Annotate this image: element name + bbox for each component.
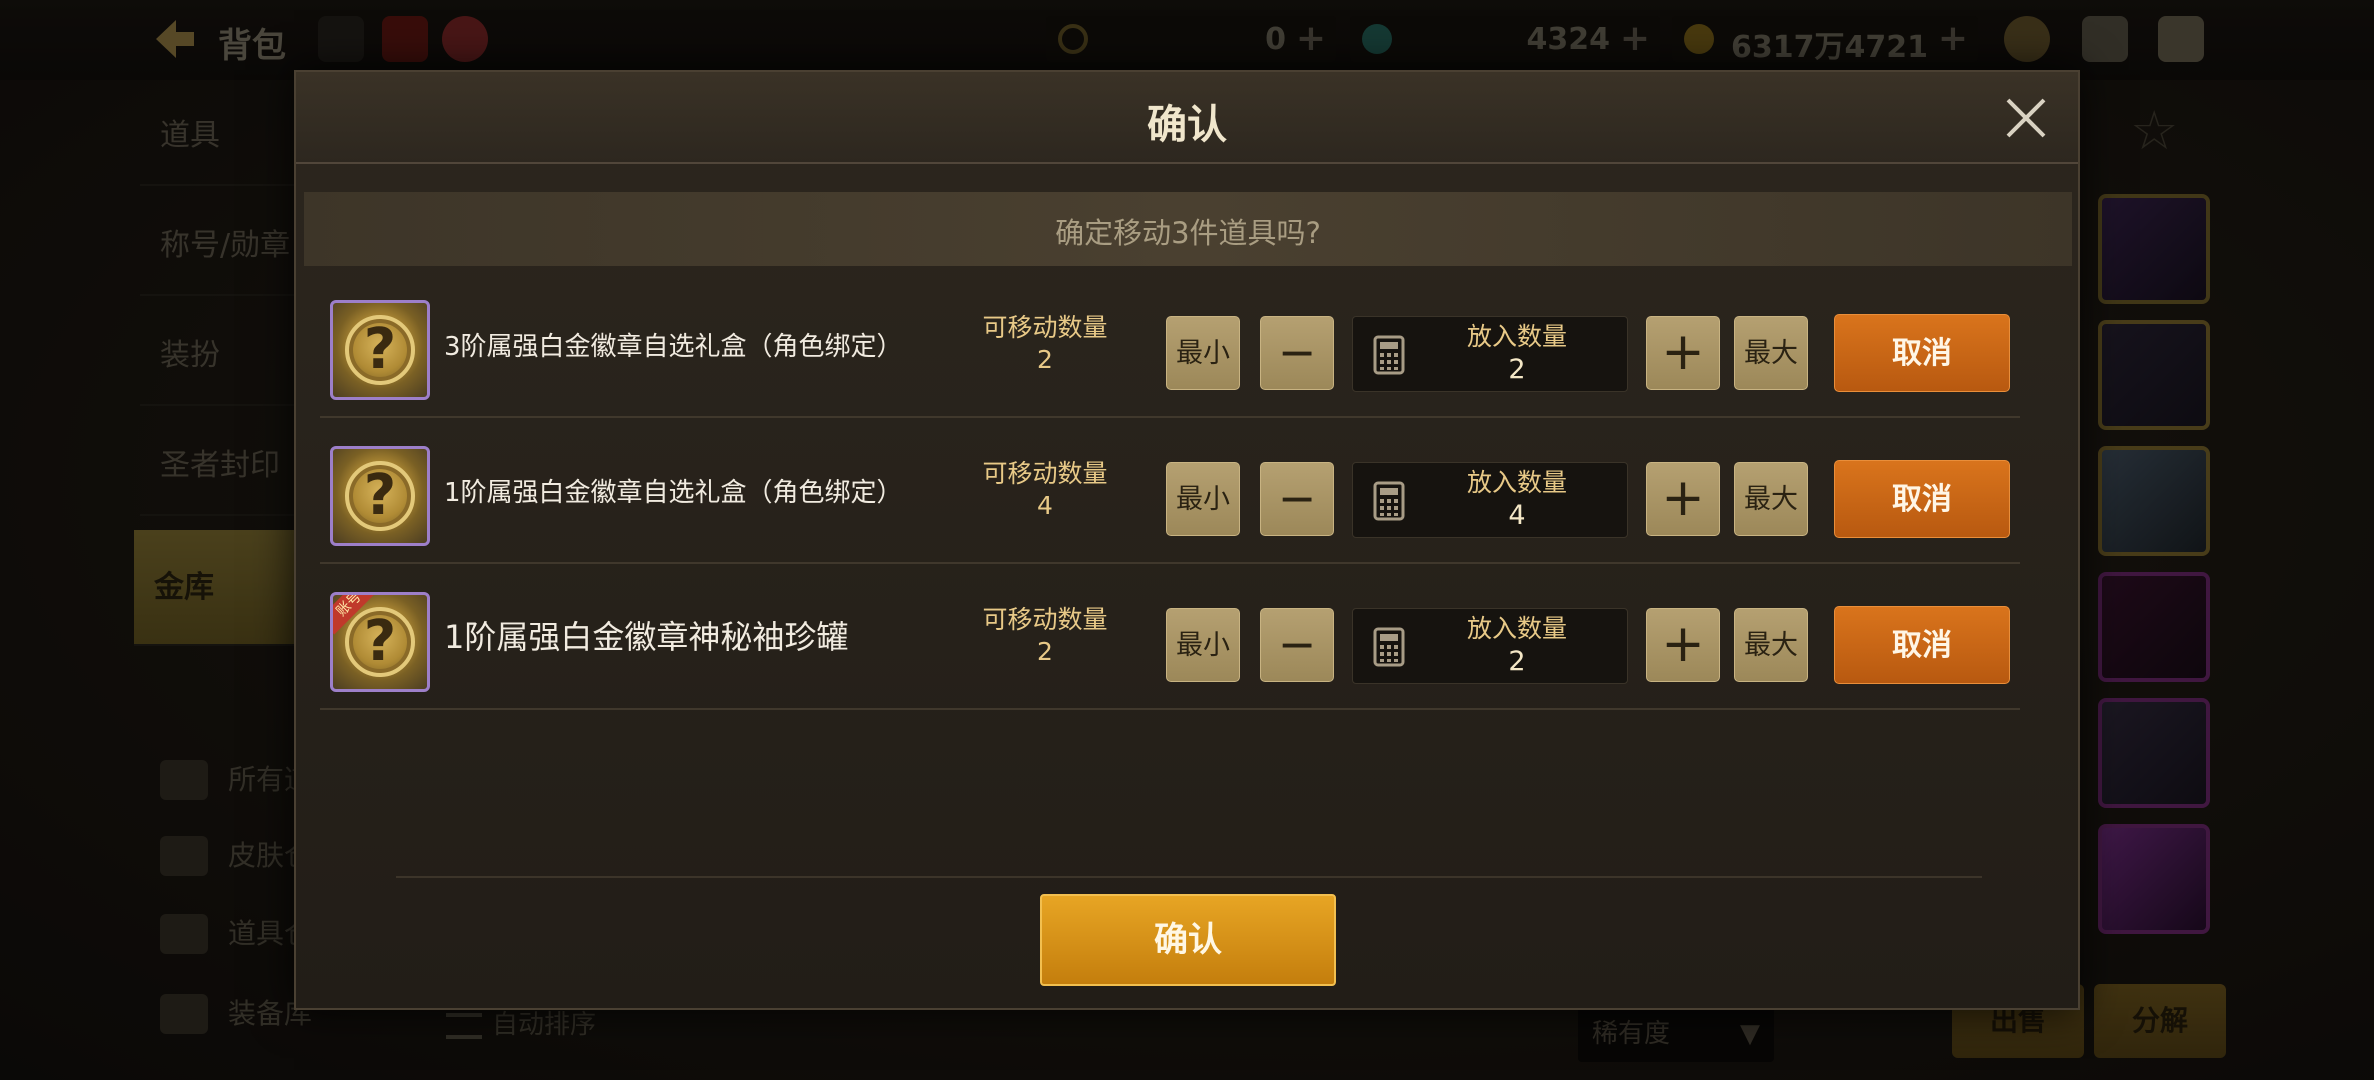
item-row: ? 3阶属强白金徽章自选礼盒（角色绑定） 可移动数量 2 最小 − 放入数量 2… <box>320 272 2020 418</box>
movable-label: 可移动数量 <box>982 605 1108 634</box>
movable-count: 可移动数量 2 <box>960 604 1130 668</box>
calculator-icon[interactable] <box>1373 481 1405 521</box>
quantity-label: 放入数量 <box>1466 468 1567 497</box>
question-mark-icon: ? <box>363 463 397 528</box>
confirm-dialog: 确认 确定移动3件道具吗? ? 3阶属强白金徽章自选礼盒（角色绑定） 可移动数量… <box>294 70 2080 1010</box>
movable-value: 2 <box>1037 345 1053 374</box>
quantity-input[interactable]: 放入数量 2 <box>1352 608 1628 684</box>
movable-count: 可移动数量 2 <box>960 312 1130 376</box>
max-button[interactable]: 最大 <box>1734 462 1808 536</box>
increase-button[interactable]: + <box>1646 316 1720 390</box>
question-mark-icon: ? <box>363 317 397 382</box>
item-icon: ? <box>330 446 430 546</box>
cancel-button[interactable]: 取消 <box>1834 460 2010 538</box>
prompt-bar: 确定移动3件道具吗? <box>304 192 2072 266</box>
item-icon: ? <box>330 300 430 400</box>
movable-label: 可移动数量 <box>982 313 1108 342</box>
min-button[interactable]: 最小 <box>1166 316 1240 390</box>
calculator-icon[interactable] <box>1373 335 1405 375</box>
max-button[interactable]: 最大 <box>1734 316 1808 390</box>
minus-icon: − <box>1277 617 1317 671</box>
cancel-button[interactable]: 取消 <box>1834 314 2010 392</box>
quantity-value: 2 <box>1508 646 1526 677</box>
quantity-input[interactable]: 放入数量 2 <box>1352 316 1628 392</box>
dialog-header: 确认 <box>296 72 2078 164</box>
movable-value: 4 <box>1037 491 1053 520</box>
footer-divider <box>396 876 1982 878</box>
quantity-value: 4 <box>1508 500 1526 531</box>
decrease-button[interactable]: − <box>1260 462 1334 536</box>
item-name: 3阶属强白金徽章自选礼盒（角色绑定） <box>444 332 903 362</box>
close-icon[interactable] <box>2002 94 2050 142</box>
plus-icon: + <box>1661 468 1705 528</box>
quantity-label: 放入数量 <box>1466 614 1567 643</box>
item-row: ? 1阶属强白金徽章自选礼盒（角色绑定） 可移动数量 4 最小 − 放入数量 4… <box>320 418 2020 564</box>
decrease-button[interactable]: − <box>1260 316 1334 390</box>
movable-value: 2 <box>1037 637 1053 666</box>
prompt-text: 确定移动3件道具吗? <box>1055 216 1321 250</box>
quantity-label: 放入数量 <box>1466 322 1567 351</box>
calculator-icon[interactable] <box>1373 627 1405 667</box>
min-button[interactable]: 最小 <box>1166 608 1240 682</box>
quantity-value: 2 <box>1508 354 1526 385</box>
max-button[interactable]: 最大 <box>1734 608 1808 682</box>
item-row: ? 账号 1阶属强白金徽章神秘袖珍罐 可移动数量 2 最小 − 放入数量 2 +… <box>320 564 2020 710</box>
confirm-button[interactable]: 确认 <box>1040 894 1336 986</box>
quantity-input[interactable]: 放入数量 4 <box>1352 462 1628 538</box>
movable-count: 可移动数量 4 <box>960 458 1130 522</box>
cancel-button[interactable]: 取消 <box>1834 606 2010 684</box>
minus-icon: − <box>1277 471 1317 525</box>
minus-icon: − <box>1277 325 1317 379</box>
increase-button[interactable]: + <box>1646 608 1720 682</box>
decrease-button[interactable]: − <box>1260 608 1334 682</box>
increase-button[interactable]: + <box>1646 462 1720 536</box>
plus-icon: + <box>1661 614 1705 674</box>
dialog-title: 确认 <box>1147 102 1227 148</box>
plus-icon: + <box>1661 322 1705 382</box>
movable-label: 可移动数量 <box>982 459 1108 488</box>
item-icon: ? 账号 <box>330 592 430 692</box>
min-button[interactable]: 最小 <box>1166 462 1240 536</box>
item-name: 1阶属强白金徽章自选礼盒（角色绑定） <box>444 478 903 508</box>
item-name: 1阶属强白金徽章神秘袖珍罐 <box>444 618 849 656</box>
